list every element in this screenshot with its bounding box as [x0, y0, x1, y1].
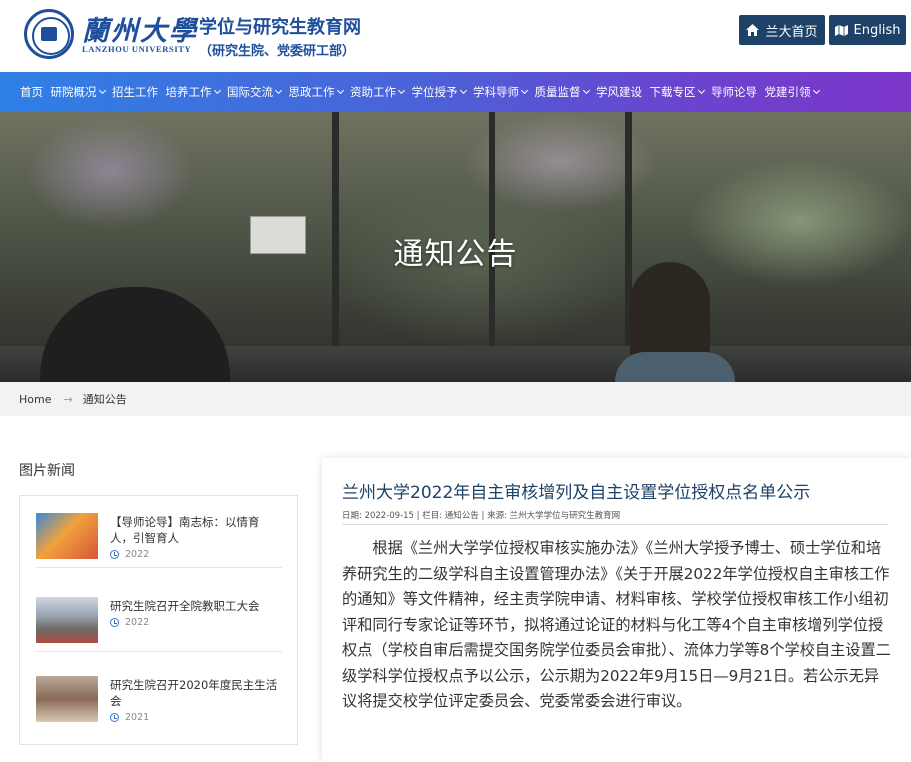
- clock-icon: [110, 618, 119, 627]
- nav-item-about[interactable]: 研院概况: [50, 84, 106, 100]
- nav-item-international[interactable]: 国际交流: [227, 84, 283, 100]
- news-title[interactable]: 研究生院召开全院教职工大会: [110, 598, 282, 614]
- chevron-down-icon: [274, 86, 283, 95]
- list-item[interactable]: 研究生院召开全院教职工大会 2022: [36, 580, 282, 652]
- nav-label: 国际交流: [227, 85, 273, 99]
- university-logo-english: LANZHOU UNIVERSITY: [82, 44, 192, 54]
- nav-label: 质量监督: [534, 85, 581, 99]
- nav-label: 招生工作: [112, 85, 158, 99]
- nav-label: 资助工作: [350, 85, 396, 99]
- main-navigation: 首页 研院概况 招生工作 培养工作 国际交流 思政工作 资助工作 学位授予 学科…: [0, 72, 911, 112]
- news-date: 2022: [110, 549, 282, 560]
- news-title[interactable]: 【导师论导】南志标：以情育人，引智育人: [110, 514, 282, 546]
- nav-item-downloads[interactable]: 下载专区: [649, 84, 705, 100]
- nav-label: 培养工作: [165, 85, 212, 99]
- list-item[interactable]: 研究生院召开2020年度民主生活会 2021: [36, 659, 282, 731]
- nav-label: 学风建设: [596, 85, 642, 99]
- site-subtitle: （研究生院、党委研工部）: [199, 44, 356, 59]
- breadcrumb-current[interactable]: 通知公告: [83, 391, 127, 407]
- article-meta: 日期: 2022-09-15 | 栏目: 通知公告 | 来源: 兰州大学学位与研…: [342, 511, 621, 521]
- chevron-down-icon: [213, 86, 221, 95]
- banner-title: 通知公告: [393, 237, 518, 272]
- english-site-label: English: [853, 22, 901, 38]
- map-icon: [834, 24, 848, 36]
- arrow-right-icon: →: [63, 392, 73, 406]
- article-title: 兰州大学2022年自主审核增列及自主设置学位授权点名单公示: [342, 483, 811, 503]
- nav-item-academic-ethics[interactable]: 学风建设: [596, 84, 642, 100]
- university-seal-logo[interactable]: [24, 9, 74, 59]
- news-thumbnail[interactable]: [36, 513, 98, 559]
- nav-item-supervisor-talks[interactable]: 导师论导: [711, 84, 757, 100]
- nav-item-degree[interactable]: 学位授予: [411, 84, 467, 100]
- nav-label: 思政工作: [288, 85, 335, 99]
- list-item[interactable]: 【导师论导】南志标：以情育人，引智育人 2022: [36, 496, 282, 568]
- nav-label: 党建引领: [764, 85, 811, 99]
- clock-icon: [110, 713, 119, 722]
- nav-label: 首页: [20, 85, 43, 99]
- news-date: 2021: [110, 712, 282, 723]
- page-banner: 通知公告: [0, 112, 911, 382]
- university-logo-text[interactable]: 蘭州大學: [82, 9, 198, 48]
- nav-item-admissions[interactable]: 招生工作: [112, 84, 158, 100]
- university-home-button[interactable]: 兰大首页: [739, 15, 825, 45]
- banner-photo-person: [615, 352, 735, 382]
- sidebar-title: 图片新闻: [19, 463, 75, 479]
- news-date: 2022: [110, 617, 282, 628]
- chevron-down-icon: [697, 86, 705, 95]
- home-icon: [746, 24, 760, 36]
- nav-label: 学位授予: [411, 85, 458, 99]
- site-title[interactable]: 学位与研究生教育网: [199, 13, 361, 39]
- breadcrumb: Home → 通知公告: [0, 382, 911, 416]
- news-thumbnail[interactable]: [36, 597, 98, 643]
- nav-item-home[interactable]: 首页: [20, 84, 43, 100]
- nav-item-training[interactable]: 培养工作: [165, 84, 221, 100]
- nav-item-ideology[interactable]: 思政工作: [288, 84, 344, 100]
- chevron-down-icon: [98, 86, 106, 95]
- university-home-label: 兰大首页: [765, 24, 818, 40]
- nav-label: 研院概况: [50, 85, 97, 99]
- news-title[interactable]: 研究生院召开2020年度民主生活会: [110, 677, 282, 709]
- nav-item-supervisors[interactable]: 学科导师: [473, 84, 529, 100]
- clock-icon: [110, 550, 119, 559]
- article-divider: [342, 524, 888, 525]
- chevron-down-icon: [520, 86, 529, 95]
- chevron-down-icon: [582, 86, 590, 95]
- nav-item-quality[interactable]: 质量监督: [534, 84, 590, 100]
- nav-item-funding[interactable]: 资助工作: [350, 84, 406, 100]
- chevron-down-icon: [397, 86, 406, 95]
- news-date-text: 2022: [125, 617, 150, 628]
- news-date-text: 2021: [125, 712, 150, 723]
- breadcrumb-home-link[interactable]: Home: [19, 393, 51, 406]
- chevron-down-icon: [812, 86, 820, 95]
- picture-news-list: 【导师论导】南志标：以情育人，引智育人 2022 研究生院召开全院教职工大会 2…: [19, 495, 298, 745]
- article-body: 根据《兰州大学学位授权审核实施办法》《兰州大学授予博士、硕士学位和培养研究生的二…: [342, 539, 891, 710]
- news-date-text: 2022: [125, 549, 150, 560]
- nav-label: 下载专区: [649, 85, 696, 99]
- banner-photo-person: [40, 287, 230, 382]
- news-thumbnail[interactable]: [36, 676, 98, 722]
- chevron-down-icon: [459, 86, 467, 95]
- site-header: 蘭州大學 LANZHOU UNIVERSITY 学位与研究生教育网 （研究生院、…: [0, 0, 911, 72]
- nav-label: 导师论导: [711, 85, 757, 99]
- english-site-button[interactable]: English: [829, 15, 906, 45]
- nav-item-party-building[interactable]: 党建引领: [764, 84, 820, 100]
- nav-label: 学科导师: [473, 85, 519, 99]
- chevron-down-icon: [336, 86, 344, 95]
- article-panel: 兰州大学2022年自主审核增列及自主设置学位授权点名单公示 日期: 2022-0…: [322, 458, 911, 762]
